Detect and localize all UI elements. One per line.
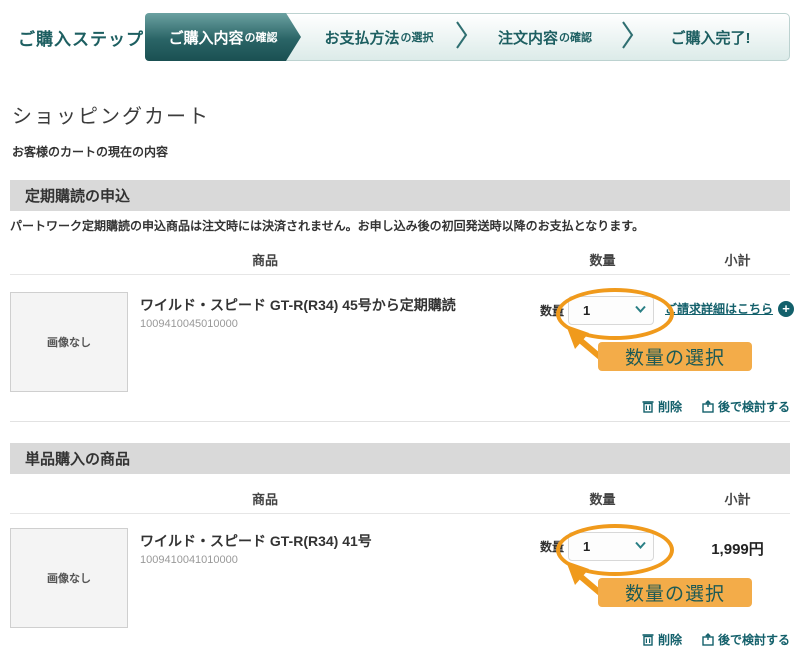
annotation-callout: 数量の選択	[598, 342, 752, 371]
step-main-text: ご購入完了!	[671, 27, 751, 48]
page-title: ショッピングカート	[12, 100, 210, 129]
quantity-select-wrap: 1	[568, 532, 654, 561]
section-title-subscription: 定期購読の申込	[10, 180, 790, 211]
step-suffix-text: の確認	[559, 29, 592, 45]
table-header: 商品 数量 小計	[10, 484, 790, 514]
delete-button[interactable]: 削除	[642, 631, 682, 648]
cart-item-row: 画像なし ワイルド・スピード GT-R(R34) 45号から定期購読 10094…	[10, 290, 790, 396]
step-suffix-text: の確認	[245, 29, 278, 45]
step-main-text: 注文内容	[498, 27, 558, 48]
product-image-placeholder: 画像なし	[10, 528, 128, 628]
save-for-later-label: 後で検討する	[718, 398, 790, 415]
subscription-note: パートワーク定期購読の申込商品は注文時には決済されません。お申し込み後の初回発送…	[10, 217, 644, 234]
product-name: ワイルド・スピード GT-R(R34) 41号	[140, 531, 520, 551]
column-header-subtotal: 小計	[685, 489, 790, 508]
billing-details-link-wrap: ご請求詳細はこちら +	[665, 300, 794, 317]
item-subtotal: 1,999円	[685, 538, 790, 559]
billing-details-link[interactable]: ご請求詳細はこちら	[665, 300, 773, 317]
steps-label: ご購入ステップ	[18, 25, 145, 50]
column-header-subtotal: 小計	[685, 250, 790, 269]
steps-container: ご購入内容の確認 お支払方法の選択 注文内容の確認 ご購入完了!	[145, 13, 790, 61]
product-code: 1009410045010000	[140, 318, 520, 330]
table-header: 商品 数量 小計	[10, 245, 790, 275]
step-purchase-details: ご購入内容の確認	[145, 13, 301, 61]
quantity-select[interactable]: 1	[568, 296, 654, 325]
quantity-select[interactable]: 1	[568, 532, 654, 561]
step-purchase-complete: ご購入完了!	[633, 14, 789, 60]
trash-icon	[642, 633, 654, 646]
step-main-text: お支払方法	[324, 27, 399, 48]
quantity-select-wrap: 1	[568, 296, 654, 325]
plus-icon[interactable]: +	[778, 301, 794, 317]
column-header-product: 商品	[10, 250, 520, 269]
quantity-label: 数量	[540, 538, 564, 555]
trash-icon	[642, 400, 654, 413]
step-payment-method: お支払方法の選択	[301, 14, 457, 60]
delete-button[interactable]: 削除	[642, 398, 682, 415]
item-actions: 削除 後で検討する	[642, 631, 790, 648]
box-arrow-icon	[702, 633, 714, 646]
step-suffix-text: の選択	[401, 29, 434, 45]
step-main-text: ご購入内容	[168, 27, 243, 48]
no-image-label: 画像なし	[47, 570, 91, 586]
box-arrow-icon	[702, 400, 714, 413]
cart-item-row: 画像なし ワイルド・スピード GT-R(R34) 41号 10094100410…	[10, 526, 790, 632]
product-image-placeholder: 画像なし	[10, 292, 128, 392]
delete-label: 削除	[658, 631, 682, 648]
page-subtitle: お客様のカートの現在の内容	[12, 143, 168, 160]
column-header-product: 商品	[10, 489, 520, 508]
purchase-steps-bar: ご購入ステップ ご購入内容の確認 お支払方法の選択 注文内容の確認 ご購入完了!	[0, 13, 800, 61]
item-actions: 削除 後で検討する	[642, 398, 790, 415]
save-for-later-button[interactable]: 後で検討する	[702, 398, 790, 415]
section-divider	[10, 421, 790, 422]
step-order-confirm: 注文内容の確認	[467, 14, 623, 60]
column-header-quantity: 数量	[520, 489, 685, 508]
product-code: 1009410041010000	[140, 554, 520, 566]
column-header-quantity: 数量	[520, 250, 685, 269]
quantity-label: 数量	[540, 302, 564, 319]
no-image-label: 画像なし	[47, 334, 91, 350]
section-title-single-purchase: 単品購入の商品	[10, 443, 790, 474]
annotation-callout: 数量の選択	[598, 578, 752, 607]
save-for-later-button[interactable]: 後で検討する	[702, 631, 790, 648]
delete-label: 削除	[658, 398, 682, 415]
product-name: ワイルド・スピード GT-R(R34) 45号から定期購読	[140, 295, 520, 315]
save-for-later-label: 後で検討する	[718, 631, 790, 648]
